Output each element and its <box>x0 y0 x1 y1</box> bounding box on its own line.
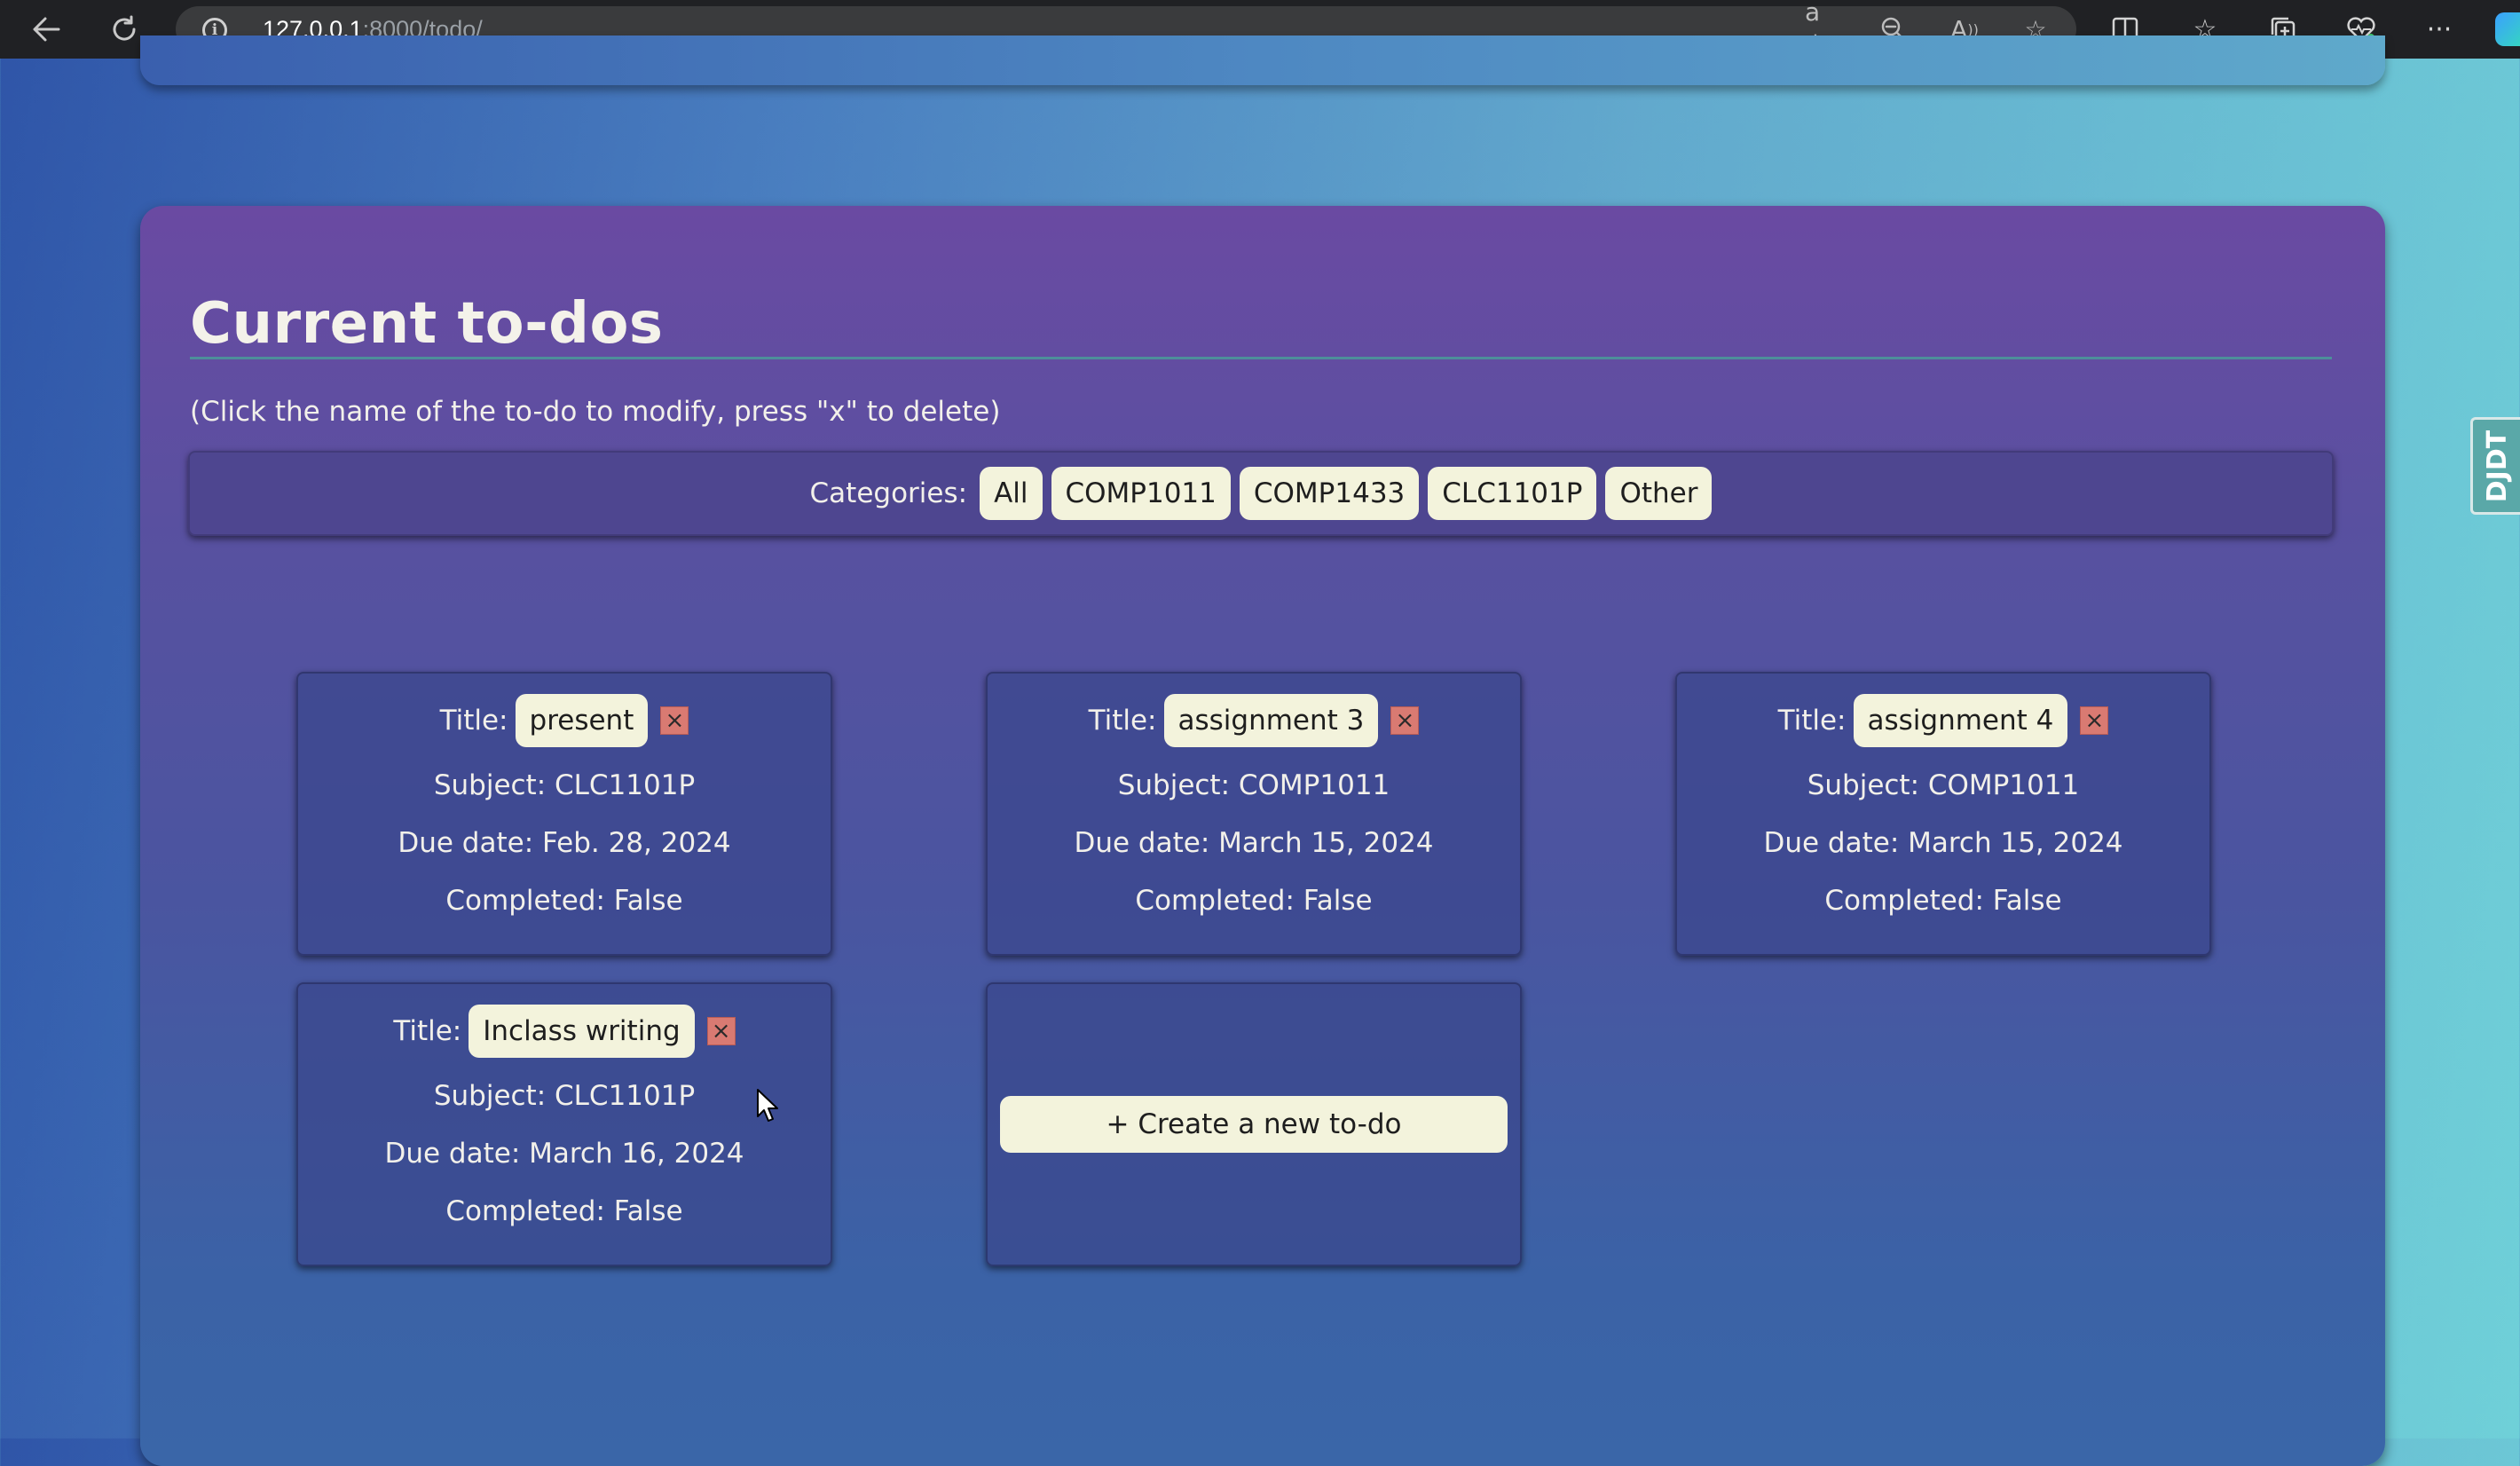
todo-completed: Completed: False <box>445 1195 683 1227</box>
categories-filter-bar: Categories: All COMP1011 COMP1433 CLC110… <box>188 451 2334 536</box>
category-other-button[interactable]: Other <box>1605 467 1713 520</box>
create-todo-card: + Create a new to-do <box>986 982 1522 1266</box>
delete-icon[interactable]: × <box>660 706 689 735</box>
todo-card: Title: Inclass writing × Subject: CLC110… <box>296 982 832 1266</box>
category-comp1011-button[interactable]: COMP1011 <box>1051 467 1231 520</box>
more-icon[interactable]: ··· <box>2419 9 2460 50</box>
title-divider <box>190 357 2332 359</box>
todo-title-button[interactable]: assignment 3 <box>1163 694 1379 747</box>
todo-subject: Subject: CLC1101P <box>433 1080 696 1112</box>
title-label: Title: <box>1088 705 1157 737</box>
delete-icon[interactable]: × <box>2080 706 2109 735</box>
mouse-cursor-icon <box>757 1089 778 1122</box>
todo-completed: Completed: False <box>1135 885 1373 917</box>
delete-icon[interactable]: × <box>1390 706 1420 735</box>
todo-completed: Completed: False <box>1824 885 2062 917</box>
todo-card: Title: present × Subject: CLC1101P Due d… <box>296 672 832 956</box>
todo-subject: Subject: COMP1011 <box>1807 769 2080 801</box>
title-label: Title: <box>439 705 508 737</box>
title-label: Title: <box>393 1015 462 1047</box>
create-todo-button[interactable]: + Create a new to-do <box>1000 1096 1508 1153</box>
todo-title-button[interactable]: assignment 4 <box>1853 694 2068 747</box>
todo-due-date: Due date: March 15, 2024 <box>1763 827 2123 859</box>
todo-due-date: Due date: Feb. 28, 2024 <box>398 827 731 859</box>
debug-toolbar-tab[interactable]: DJDT <box>2470 417 2520 515</box>
instructions-text: (Click the name of the to-do to modify, … <box>190 396 1001 428</box>
debug-toolbar-label: DJDT <box>2482 430 2514 502</box>
previous-section-card <box>140 35 2385 85</box>
todo-card: Title: assignment 3 × Subject: COMP1011 … <box>986 672 1522 956</box>
delete-icon[interactable]: × <box>706 1017 736 1045</box>
back-arrow-icon[interactable] <box>21 7 71 51</box>
todo-due-date: Due date: March 16, 2024 <box>384 1138 744 1170</box>
todo-subject: Subject: CLC1101P <box>433 769 696 801</box>
title-label: Title: <box>1777 705 1847 737</box>
category-all-button[interactable]: All <box>980 467 1043 520</box>
copilot-icon[interactable] <box>2495 12 2520 46</box>
todo-completed: Completed: False <box>445 885 683 917</box>
categories-label: Categories: <box>809 477 968 509</box>
todo-due-date: Due date: March 15, 2024 <box>1074 827 1434 859</box>
todo-title-button[interactable]: Inclass writing <box>469 1005 695 1058</box>
page-title: Current to-dos <box>190 291 664 357</box>
todo-card: Title: assignment 4 × Subject: COMP1011 … <box>1675 672 2211 956</box>
category-clc1101p-button[interactable]: CLC1101P <box>1428 467 1597 520</box>
category-comp1433-button[interactable]: COMP1433 <box>1239 467 1420 520</box>
todo-subject: Subject: COMP1011 <box>1117 769 1390 801</box>
todo-title-button[interactable]: present <box>515 694 649 747</box>
